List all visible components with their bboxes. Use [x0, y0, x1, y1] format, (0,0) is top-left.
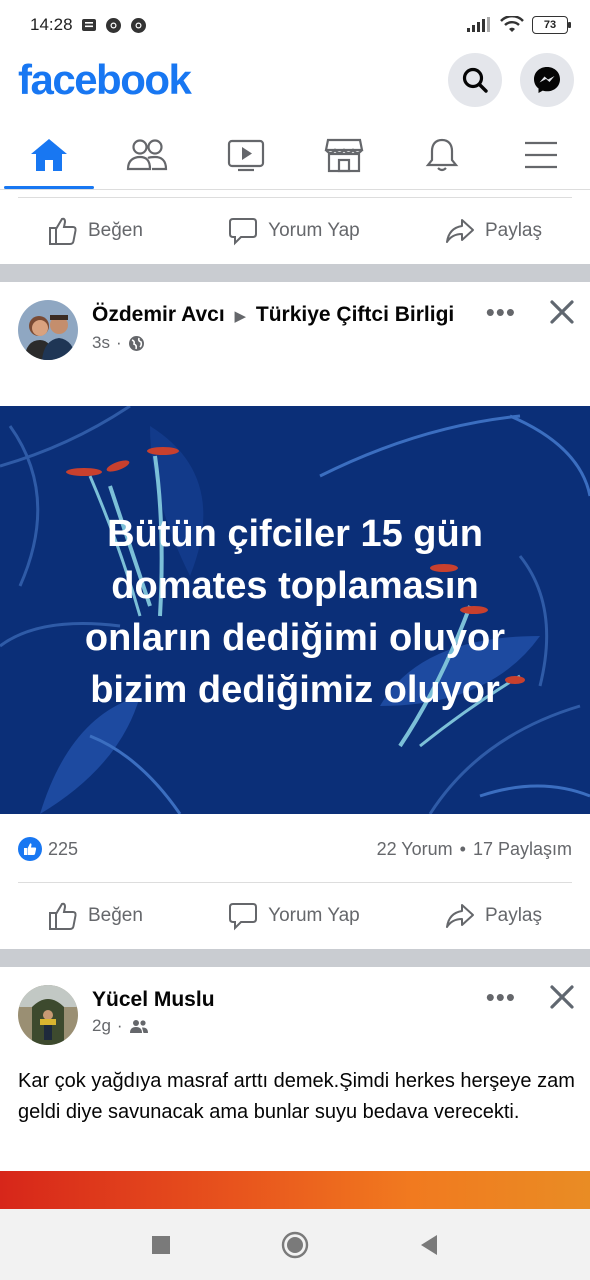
store-icon — [324, 138, 364, 172]
share-icon — [445, 904, 474, 928]
post-header: Özdemir Avcı ▶ Türkiye Çiftci Birligi 3s… — [0, 299, 590, 360]
like-button[interactable]: Beğen — [48, 901, 143, 931]
thumbs-up-icon — [49, 902, 77, 930]
feed-separator — [0, 264, 590, 282]
tab-watch[interactable] — [197, 120, 295, 189]
image-text-line: bizim dediğimiz oluyor — [90, 669, 500, 711]
messenger-icon — [534, 67, 560, 93]
system-nav-bar — [0, 1209, 590, 1280]
author-name[interactable]: Özdemir Avcı — [92, 303, 225, 326]
post-text: Kar çok yağdıya masraf arttı demek.Şimdi… — [18, 1070, 575, 1123]
video-icon — [227, 139, 264, 171]
chrome-notification-icon — [130, 17, 147, 34]
like-button[interactable]: Beğen — [48, 216, 143, 246]
arrow-right-icon: ▶ — [234, 308, 247, 325]
group-name[interactable]: Türkiye Çiftci Birligi — [256, 303, 454, 326]
more-options-button[interactable]: ••• — [486, 984, 516, 1010]
post-image-text: Bütün çifciler 15 gün domates toplamasın… — [0, 508, 590, 716]
tab-marketplace[interactable] — [295, 120, 393, 189]
search-button[interactable] — [448, 53, 502, 107]
like-reaction-icon — [18, 837, 42, 861]
message-notification-icon — [81, 18, 97, 32]
battery-level: 73 — [543, 19, 557, 31]
post-author-line: Özdemir Avcı ▶ Türkiye Çiftci Birligi — [92, 300, 472, 331]
author-name[interactable]: Yücel Muslu — [92, 985, 215, 1014]
status-bar: 14:28 73 — [0, 0, 590, 50]
avatar[interactable] — [18, 300, 78, 360]
menu-icon — [524, 141, 557, 168]
post-actions: Beğen Yorum Yap Paylaş — [0, 883, 590, 949]
bell-icon — [426, 138, 459, 171]
share-button[interactable]: Paylaş — [445, 216, 542, 246]
post-time-row: 3s · — [92, 333, 472, 353]
battery-icon: 73 — [532, 16, 571, 34]
post-time[interactable]: 3s — [92, 333, 110, 353]
image-text-line: onların dediğimi oluyor — [84, 617, 506, 659]
like-count[interactable]: 225 — [48, 839, 78, 860]
friends-icon — [127, 138, 168, 170]
feed-separator — [0, 949, 590, 967]
like-label: Beğen — [88, 220, 143, 241]
search-icon — [462, 67, 488, 93]
reactions-bar: 225 22 Yorum • 17 Paylaşım — [18, 832, 572, 866]
home-icon — [31, 138, 68, 171]
post-image-preview[interactable] — [0, 1171, 590, 1209]
like-label: Beğen — [88, 905, 143, 926]
share-label: Paylaş — [484, 905, 542, 926]
comment-icon — [229, 218, 258, 246]
thumbs-up-icon — [49, 217, 77, 245]
tab-menu[interactable] — [492, 120, 590, 189]
post-actions: Beğen Yorum Yap Paylaş — [0, 198, 590, 264]
comment-count[interactable]: 22 Yorum — [377, 839, 453, 860]
avatar[interactable] — [18, 985, 78, 1045]
globe-icon — [128, 335, 144, 351]
tab-notifications[interactable] — [393, 120, 491, 189]
wifi-icon — [500, 16, 524, 34]
share-label: Paylaş — [484, 220, 542, 241]
comment-button[interactable]: Yorum Yap — [228, 901, 360, 931]
post-time-row: 2g · — [92, 1016, 215, 1036]
comment-icon — [229, 903, 258, 931]
signal-icon — [466, 17, 492, 33]
back-icon[interactable] — [419, 1234, 439, 1256]
status-time: 14:28 — [30, 15, 73, 34]
tab-friends[interactable] — [98, 120, 196, 189]
share-button[interactable]: Paylaş — [445, 901, 542, 931]
comment-label: Yorum Yap — [268, 220, 360, 241]
image-text-line: Bütün çifciler 15 gün — [107, 513, 483, 555]
main-nav-tabs — [0, 120, 590, 190]
close-icon[interactable] — [550, 985, 574, 1009]
share-count[interactable]: 17 Paylaşım — [473, 839, 572, 860]
image-text-line: domates toplamasın — [111, 565, 479, 607]
facebook-logo[interactable]: facebook — [18, 56, 192, 104]
comment-button[interactable]: Yorum Yap — [228, 216, 360, 246]
more-options-button[interactable]: ••• — [486, 299, 516, 325]
comment-label: Yorum Yap — [268, 905, 360, 926]
post-image[interactable]: Bütün çifciler 15 gün domates toplamasın… — [0, 406, 590, 814]
recents-icon[interactable] — [151, 1235, 171, 1255]
tab-home[interactable] — [0, 120, 98, 189]
post-header: Yücel Muslu 2g · ••• — [0, 984, 590, 1045]
app-header: facebook — [0, 50, 590, 110]
post-time[interactable]: 2g — [92, 1016, 111, 1036]
friends-privacy-icon — [129, 1020, 148, 1033]
close-icon[interactable] — [550, 300, 574, 324]
share-icon — [445, 219, 474, 243]
chrome-notification-icon — [105, 17, 122, 34]
messenger-button[interactable] — [520, 53, 574, 107]
stats-separator: • — [459, 838, 466, 859]
home-button-icon[interactable] — [281, 1231, 309, 1259]
